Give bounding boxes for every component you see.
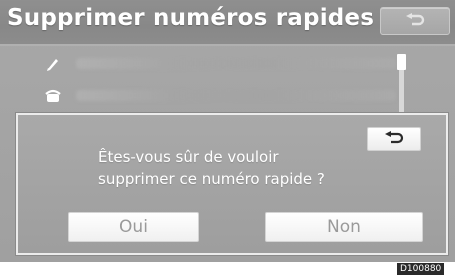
confirm-delete-dialog: Êtes-vous sûr de vouloir supprimer ce nu… <box>16 113 448 255</box>
phone-icon <box>45 89 61 102</box>
speed-dial-list <box>18 50 448 114</box>
pen-icon <box>47 59 58 71</box>
yes-button[interactable]: Oui <box>68 212 199 242</box>
scrollbar-thumb[interactable] <box>397 54 406 70</box>
back-button[interactable] <box>380 7 450 35</box>
return-arrow-icon <box>385 131 404 144</box>
navigation-screen: Supprimer numéros rapides Êtes-vous sûr … <box>0 0 455 275</box>
page-title: Supprimer numéros rapides <box>7 5 375 31</box>
list-item-text-blurred <box>76 90 396 101</box>
list-item-text-blurred <box>76 58 396 69</box>
message-line-1: Êtes-vous sûr de vouloir <box>98 148 279 166</box>
figure-reference-code: D100880 <box>397 263 445 275</box>
confirmation-message: Êtes-vous sûr de vouloir supprimer ce nu… <box>98 146 398 190</box>
title-bar: Supprimer numéros rapides <box>0 0 455 46</box>
return-arrow-icon <box>406 13 425 26</box>
display-panel: Supprimer numéros rapides Êtes-vous sûr … <box>0 0 455 262</box>
list-item[interactable] <box>18 50 410 78</box>
no-button[interactable]: Non <box>265 212 423 242</box>
list-item[interactable] <box>18 82 410 110</box>
message-line-2: supprimer ce numéro rapide ? <box>98 170 325 188</box>
